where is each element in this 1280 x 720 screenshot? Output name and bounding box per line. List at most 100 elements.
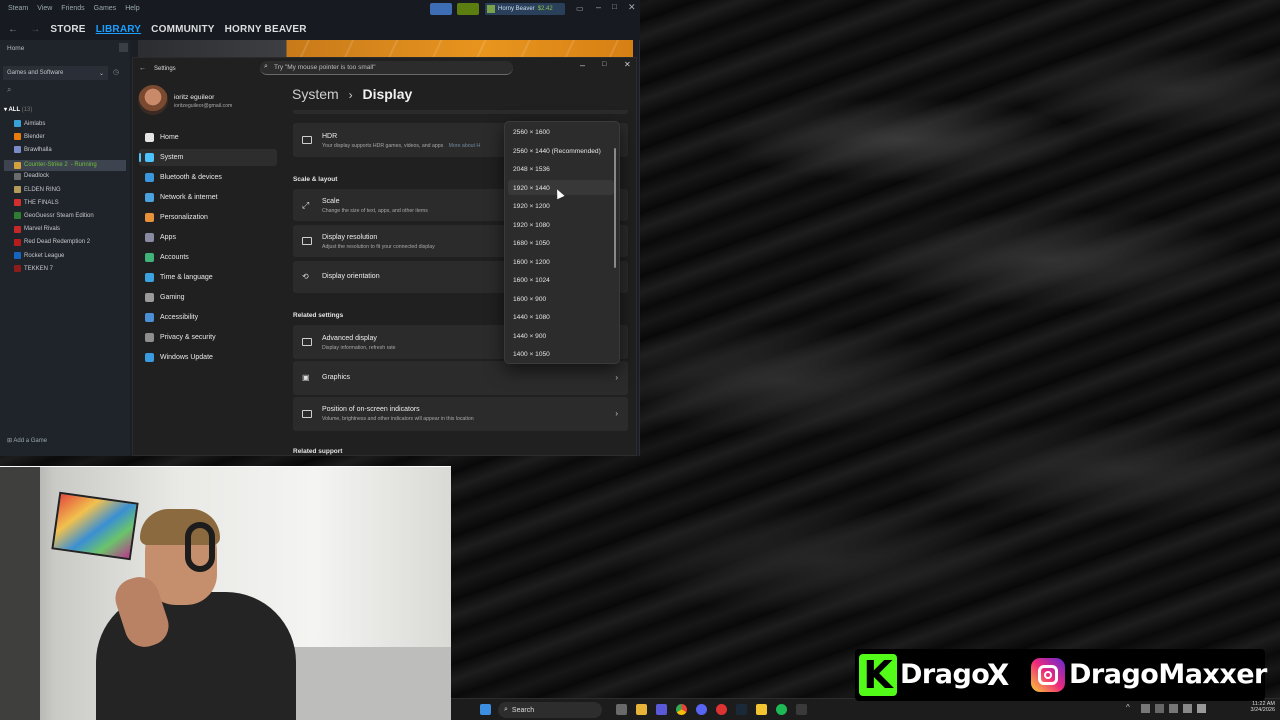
nav-label: Bluetooth & devices	[160, 174, 222, 181]
task-view-icon[interactable]	[616, 704, 627, 715]
game-list-item[interactable]: ELDEN RING	[14, 186, 61, 193]
game-list-item[interactable]: Aimlabs	[14, 120, 45, 127]
back-arrow-icon[interactable]: ←	[8, 24, 18, 35]
all-games-header[interactable]: ▾ ALL (13)	[4, 106, 32, 113]
library-home[interactable]: Home	[7, 45, 137, 52]
indicators-card[interactable]: Position of on-screen indicators Volume,…	[293, 397, 628, 431]
tray-icon[interactable]	[1155, 704, 1164, 713]
maximize-icon[interactable]: □	[602, 61, 606, 68]
settings-nav-windows-update[interactable]: Windows Update	[139, 349, 277, 366]
resolution-dropdown-list[interactable]: 2560 × 1600 2560 × 1440 (Recommended) 2048…	[504, 121, 620, 364]
game-list-item[interactable]: Marvel Rivals	[14, 225, 60, 233]
game-list-item[interactable]: TEKKEN 7	[14, 265, 53, 273]
game-list-item[interactable]: Rocket League	[14, 252, 64, 259]
file-explorer-icon[interactable]	[636, 704, 647, 715]
settings-nav-network-internet[interactable]: Network & internet	[139, 189, 277, 206]
nav-profile[interactable]: HORNY BEAVER	[225, 24, 307, 35]
clock[interactable]: 11:22 AM 3/24/2026	[1243, 701, 1275, 713]
account-avatar[interactable]	[138, 85, 168, 115]
game-status: - Running	[70, 162, 97, 169]
resolution-option[interactable]: 1680 × 1050	[513, 240, 550, 247]
big-picture-icon[interactable]: ▭	[576, 4, 584, 13]
game-list-item[interactable]: Deadlock	[14, 172, 49, 180]
close-icon[interactable]: ✕	[628, 2, 636, 13]
system-tray-chevron-icon[interactable]: ^	[1126, 703, 1130, 712]
resolution-option[interactable]: 1440 × 900	[513, 333, 546, 340]
settings-nav-gaming[interactable]: Gaming	[139, 289, 277, 306]
steam-menu-item[interactable]: Help	[125, 5, 139, 12]
resolution-option[interactable]: 1400 × 1050	[513, 351, 550, 358]
steam-menu-item[interactable]: Games	[94, 5, 117, 12]
game-list-item[interactable]: THE FINALS	[14, 199, 59, 207]
settings-nav-apps[interactable]: Apps	[139, 229, 277, 246]
notes-icon[interactable]	[756, 704, 767, 715]
tray-icon[interactable]	[1141, 704, 1150, 713]
steam-menu-item[interactable]: View	[37, 5, 52, 12]
resolution-option[interactable]: 1920 × 1200	[513, 203, 550, 210]
settings-nav-personalization[interactable]: Personalization	[139, 209, 277, 226]
game-name: Aimlabs	[24, 120, 46, 127]
taskbar-search[interactable]: ⌕ Search	[498, 702, 602, 718]
graphics-card[interactable]: ▣ Graphics ›	[293, 361, 628, 395]
settings-search-input[interactable]: ⌕ Try "My mouse pointer is too small"	[260, 61, 513, 75]
resolution-option[interactable]: 2560 × 1440 (Recommended)	[513, 148, 601, 155]
game-list-item[interactable]: Brawlhalla	[14, 146, 52, 154]
settings-nav-accounts[interactable]: Accounts	[139, 249, 277, 266]
resolution-option[interactable]: 2560 × 1600	[513, 129, 550, 136]
nav-store[interactable]: STORE	[50, 24, 85, 35]
resolution-option[interactable]: 2048 × 1536	[513, 166, 550, 173]
recent-clock-icon[interactable]: ◷	[113, 68, 119, 76]
minimize-icon[interactable]: –	[596, 2, 601, 12]
steam-menu-item[interactable]: Friends	[61, 5, 84, 12]
settings-nav-accessibility[interactable]: Accessibility	[139, 309, 277, 326]
game-list-item[interactable]: Red Dead Redemption 2	[14, 238, 90, 246]
network-icon[interactable]	[1183, 704, 1192, 713]
search-icon[interactable]: ⌕	[7, 85, 11, 95]
resolution-option[interactable]: 1920 × 1440	[513, 185, 550, 192]
settings-nav-system[interactable]: System	[139, 149, 277, 166]
game-list-item[interactable]: GeoGuessr Steam Edition	[14, 212, 94, 220]
nav-icon	[145, 353, 154, 362]
tray-icon[interactable]	[1169, 704, 1178, 713]
close-icon[interactable]: ✕	[624, 60, 631, 69]
settings-nav-bluetooth-devices[interactable]: Bluetooth & devices	[139, 169, 277, 186]
notifications-button[interactable]	[457, 3, 479, 15]
add-game-button[interactable]: ⊞ Add a Game	[7, 437, 47, 444]
more-about-hdr-link[interactable]: More about H	[449, 143, 480, 149]
back-arrow-icon[interactable]: ←	[139, 65, 146, 72]
user-menu[interactable]: Horny Beaver $2.42	[485, 3, 565, 15]
app-icon-red[interactable]	[716, 704, 727, 715]
dropdown-scrollbar[interactable]	[614, 148, 616, 268]
settings-nav-home[interactable]: Home	[139, 129, 277, 146]
steam-menu-item[interactable]: Steam	[8, 5, 28, 12]
settings-nav-time-language[interactable]: Time & language	[139, 269, 277, 286]
nav-library[interactable]: LIBRARY	[96, 24, 141, 35]
grid-view-icon[interactable]	[119, 43, 128, 52]
resolution-option[interactable]: 1600 × 900	[513, 296, 546, 303]
resolution-option[interactable]: 1920 × 1080	[513, 222, 550, 229]
spotify-icon[interactable]	[776, 704, 787, 715]
steam-icon[interactable]	[736, 704, 747, 715]
game-list-item[interactable]: Blender	[14, 133, 45, 141]
minimize-icon[interactable]: –	[580, 60, 585, 70]
app-icon[interactable]	[656, 704, 667, 715]
kick-logo-icon: K	[859, 653, 897, 697]
volume-icon[interactable]	[1197, 704, 1206, 713]
chrome-icon[interactable]	[676, 704, 687, 715]
breadcrumb-parent[interactable]: System	[292, 86, 339, 102]
games-filter-dropdown[interactable]: Games and Software ⌄	[3, 66, 108, 80]
nav-community[interactable]: COMMUNITY	[151, 24, 214, 35]
forward-arrow-icon[interactable]: →	[30, 24, 40, 35]
windows-start-icon[interactable]	[480, 704, 491, 715]
resolution-option[interactable]: 1440 × 1080	[513, 314, 550, 321]
maximize-icon[interactable]: □	[612, 2, 617, 11]
settings-nav-privacy-security[interactable]: Privacy & security	[139, 329, 277, 346]
resolution-option[interactable]: 1600 × 1024	[513, 277, 550, 284]
app-icon-dark[interactable]	[796, 704, 807, 715]
system-tray-icons[interactable]	[1141, 704, 1241, 714]
discord-icon[interactable]	[696, 704, 707, 715]
game-icon	[14, 199, 21, 207]
game-list-item[interactable]: Counter-Strike 2 - Running	[4, 159, 126, 171]
announcements-button[interactable]	[430, 3, 452, 15]
resolution-option[interactable]: 1600 × 1200	[513, 259, 550, 266]
